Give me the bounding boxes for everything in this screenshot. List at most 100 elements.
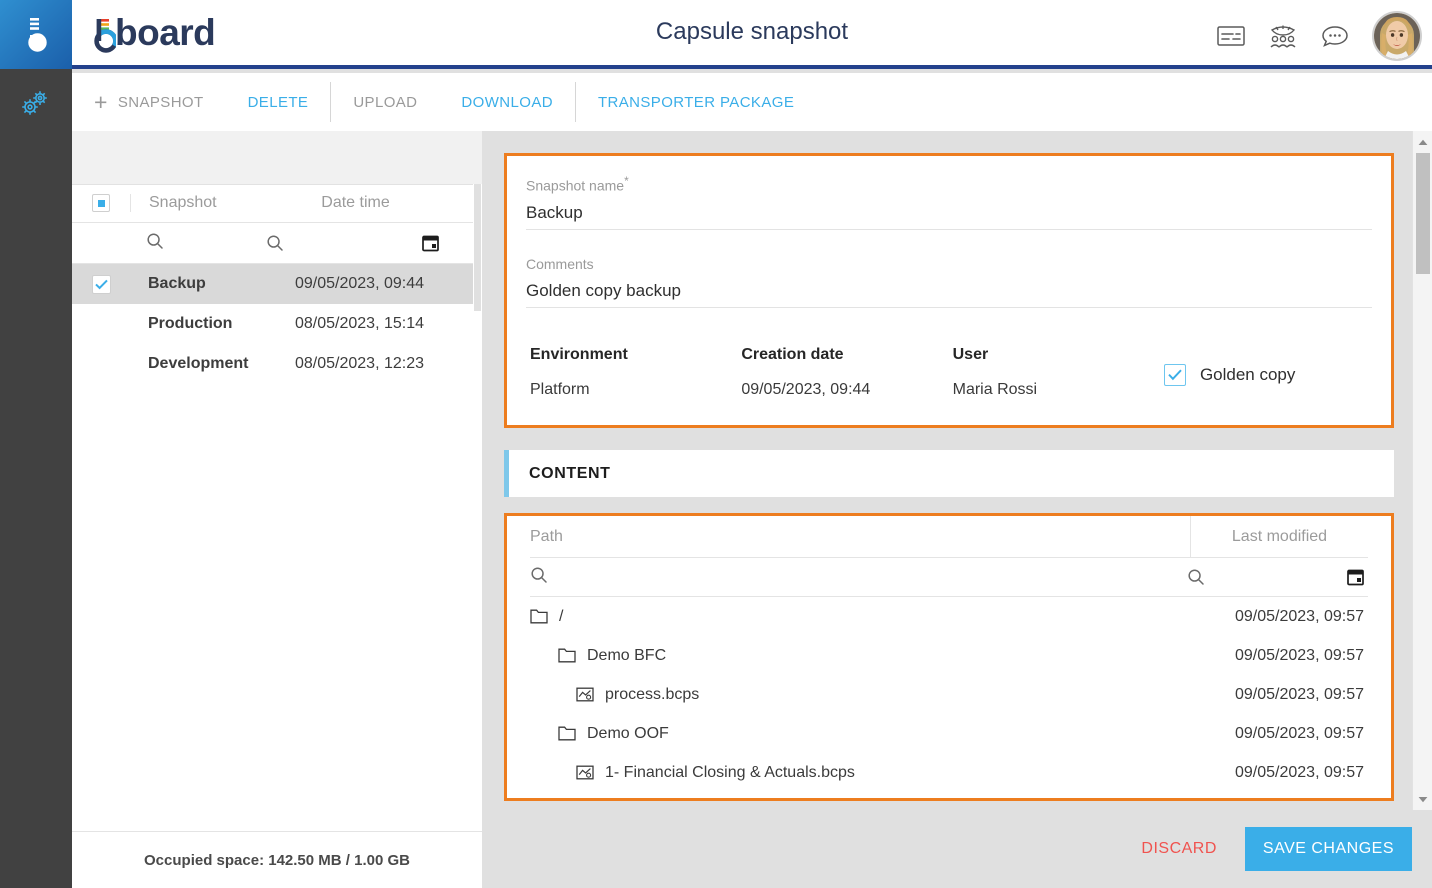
chat-bubble-icon[interactable] bbox=[1320, 21, 1350, 51]
occupied-space-status: Occupied space: 142.50 MB / 1.00 GB bbox=[72, 831, 482, 888]
calendar-icon[interactable] bbox=[422, 234, 439, 252]
content-section-title: CONTENT bbox=[509, 465, 611, 483]
content-tree-card: Path Last modified bbox=[504, 513, 1394, 801]
content-row-label: Demo BFC bbox=[587, 647, 666, 665]
list-item[interactable]: process.bcps 09/05/2023, 09:57 bbox=[530, 675, 1368, 714]
team-meeting-icon[interactable] bbox=[1268, 21, 1298, 51]
select-all-indicator bbox=[92, 194, 110, 212]
list-item[interactable]: / 09/05/2023, 09:57 bbox=[530, 597, 1368, 636]
table-row[interactable]: Development 08/05/2023, 12:23 bbox=[72, 344, 482, 384]
snapshot-name-field[interactable]: Snapshot name* Backup bbox=[526, 174, 1372, 230]
upload-label: UPLOAD bbox=[353, 94, 417, 111]
comments-field[interactable]: Comments Golden copy backup bbox=[526, 256, 1372, 308]
add-snapshot-button[interactable]: + SNAPSHOT bbox=[72, 73, 226, 131]
scroll-down-arrow-icon[interactable] bbox=[1413, 790, 1432, 808]
snapshot-list-panel: Snapshot Date time bbox=[72, 131, 482, 888]
snapshot-filter-row bbox=[72, 223, 482, 264]
content-row-date: 09/05/2023, 09:57 bbox=[1187, 647, 1368, 665]
search-icon bbox=[1187, 568, 1205, 586]
content-row-name: Demo OOF bbox=[530, 725, 1187, 743]
content-row-name: 1- Financial Closing & Actuals.bcps bbox=[530, 764, 1187, 782]
content-row-label: process.bcps bbox=[605, 686, 699, 704]
user-block: User Maria Rossi bbox=[953, 346, 1164, 399]
list-item[interactable]: Demo BFC 09/05/2023, 09:57 bbox=[530, 636, 1368, 675]
header-icon-group bbox=[1216, 11, 1422, 61]
comments-value[interactable]: Golden copy backup bbox=[526, 281, 1372, 301]
snapshot-name-search[interactable] bbox=[130, 232, 258, 255]
folder-icon bbox=[558, 726, 576, 741]
column-header-path[interactable]: Path bbox=[530, 528, 1190, 546]
scroll-up-arrow-icon[interactable] bbox=[1413, 133, 1432, 151]
transporter-package-button[interactable]: TRANSPORTER PACKAGE bbox=[576, 73, 816, 131]
discard-button[interactable]: DISCARD bbox=[1135, 832, 1223, 866]
column-header-last-modified[interactable]: Last modified bbox=[1190, 516, 1368, 557]
save-changes-button[interactable]: SAVE CHANGES bbox=[1245, 827, 1412, 871]
table-row[interactable]: Production 08/05/2023, 15:14 bbox=[72, 304, 482, 344]
scroll-thumb[interactable] bbox=[1416, 153, 1430, 274]
content-row-label: Demo OOF bbox=[587, 725, 669, 743]
content-row-name: Demo BFC bbox=[530, 647, 1187, 665]
calendar-icon[interactable] bbox=[1347, 568, 1364, 586]
golden-copy-checkbox-box bbox=[1164, 364, 1186, 386]
table-row[interactable]: Backup 09/05/2023, 09:44 bbox=[72, 264, 482, 304]
plus-icon: + bbox=[94, 91, 108, 114]
content-table-header: Path Last modified bbox=[530, 516, 1368, 558]
board-b-logo-icon bbox=[21, 15, 51, 55]
app-header: board Capsule snapshot bbox=[72, 0, 1432, 69]
content-date-filter[interactable] bbox=[1173, 558, 1368, 596]
row-checkbox-checked bbox=[92, 275, 111, 294]
creation-date-block: Creation date 09/05/2023, 09:44 bbox=[741, 346, 952, 399]
golden-copy-checkbox[interactable]: Golden copy bbox=[1164, 364, 1295, 386]
scroll-thumb[interactable] bbox=[474, 184, 481, 311]
folder-icon bbox=[558, 648, 576, 663]
check-icon bbox=[95, 279, 108, 290]
content-filter-row bbox=[530, 558, 1368, 597]
snapshot-table-header: Snapshot Date time bbox=[72, 184, 482, 223]
snapshot-details-card: Snapshot name* Backup Comments Golden co… bbox=[504, 153, 1394, 428]
column-header-snapshot[interactable]: Snapshot bbox=[130, 194, 258, 212]
creation-date-label: Creation date bbox=[741, 346, 952, 364]
row-snapshot-date: 08/05/2023, 12:23 bbox=[258, 355, 453, 373]
upload-button[interactable]: UPLOAD bbox=[331, 73, 439, 131]
folder-icon bbox=[530, 609, 548, 624]
snapshot-name-label: Snapshot name* bbox=[526, 174, 1372, 194]
column-header-date-time[interactable]: Date time bbox=[258, 194, 453, 212]
golden-copy-label: Golden copy bbox=[1200, 365, 1295, 385]
select-all-cell[interactable] bbox=[72, 194, 130, 212]
search-icon bbox=[530, 566, 548, 584]
snapshot-table: Snapshot Date time bbox=[72, 184, 482, 384]
user-value: Maria Rossi bbox=[953, 381, 1164, 399]
download-button[interactable]: DOWNLOAD bbox=[439, 73, 575, 131]
board-logo-tile[interactable] bbox=[0, 0, 72, 69]
row-snapshot-name: Development bbox=[130, 355, 258, 373]
user-avatar[interactable] bbox=[1372, 11, 1422, 61]
download-label: DOWNLOAD bbox=[461, 94, 553, 111]
detail-area: Snapshot name* Backup Comments Golden co… bbox=[482, 131, 1432, 888]
row-snapshot-date: 08/05/2023, 15:14 bbox=[258, 315, 453, 333]
content-row-date: 09/05/2023, 09:57 bbox=[1187, 608, 1368, 626]
card-view-icon[interactable] bbox=[1216, 21, 1246, 51]
search-icon bbox=[266, 234, 284, 252]
bcps-file-icon bbox=[576, 687, 594, 702]
content-path-search[interactable] bbox=[530, 566, 1173, 589]
snapshot-list-scrollbar[interactable] bbox=[473, 184, 482, 888]
rail-item-settings[interactable] bbox=[0, 76, 72, 130]
left-rail bbox=[0, 0, 72, 888]
gears-icon bbox=[19, 88, 53, 118]
snapshot-name-value[interactable]: Backup bbox=[526, 203, 1372, 223]
environment-value: Platform bbox=[530, 381, 741, 399]
snapshot-date-filter[interactable] bbox=[258, 234, 453, 252]
delete-button[interactable]: DELETE bbox=[226, 73, 331, 131]
list-item[interactable]: Demo OOF 09/05/2023, 09:57 bbox=[530, 714, 1368, 753]
comments-label: Comments bbox=[526, 256, 1372, 272]
row-checkbox-cell[interactable] bbox=[72, 275, 130, 294]
user-label: User bbox=[953, 346, 1164, 364]
list-item[interactable]: 1- Financial Closing & Actuals.bcps 09/0… bbox=[530, 753, 1368, 792]
row-snapshot-name: Production bbox=[130, 315, 258, 333]
content-row-label: / bbox=[559, 608, 563, 626]
detail-scrollbar[interactable] bbox=[1412, 131, 1432, 810]
content-row-name: process.bcps bbox=[530, 686, 1187, 704]
detail-scroll-region: Snapshot name* Backup Comments Golden co… bbox=[482, 131, 1432, 810]
check-icon bbox=[1168, 369, 1182, 381]
add-snapshot-label: SNAPSHOT bbox=[118, 94, 204, 111]
